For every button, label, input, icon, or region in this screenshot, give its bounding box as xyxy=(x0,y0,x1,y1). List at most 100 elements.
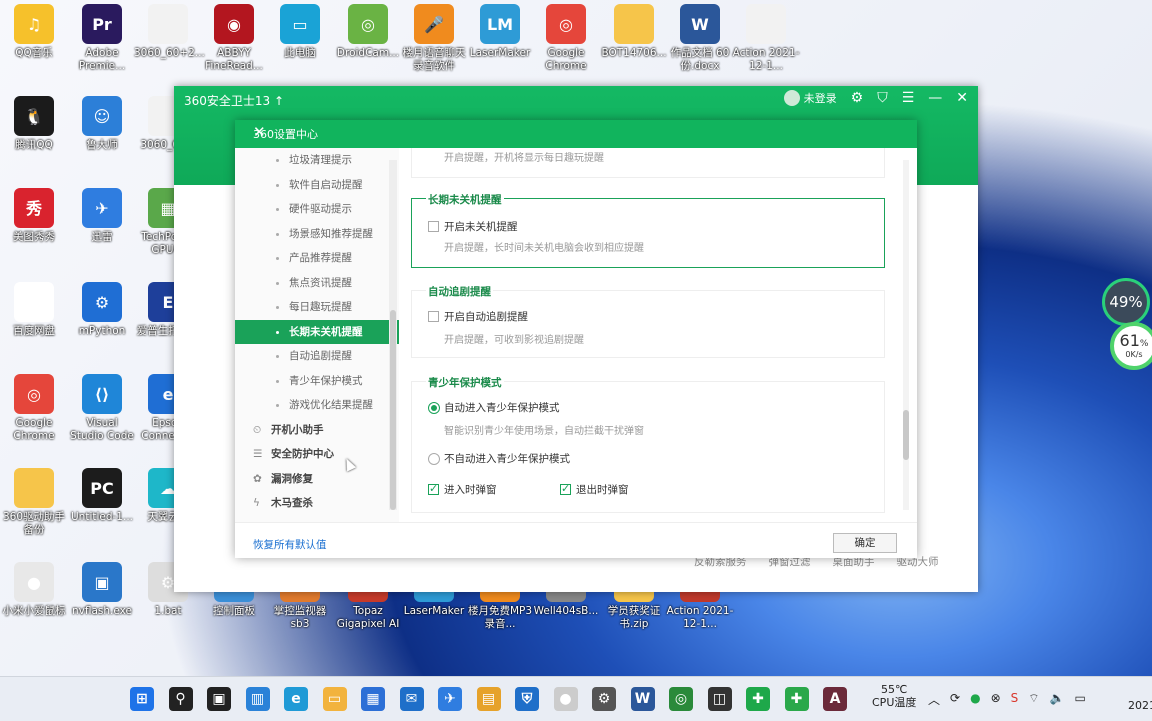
sidebar-item[interactable]: 青少年保护模式 xyxy=(235,369,399,394)
sidebar-scrollbar[interactable] xyxy=(389,160,397,510)
desktop-icon[interactable]: ▣ nvflash.exe xyxy=(68,562,136,618)
desktop-icon[interactable]: ♫ QQ音乐 xyxy=(0,4,68,60)
ie-icon[interactable]: ◎ xyxy=(669,687,693,711)
close-icon[interactable]: ✕ xyxy=(956,90,968,106)
desktop-icon[interactable]: ✈ 迅雷 xyxy=(68,188,136,244)
mail-icon[interactable]: ✉ xyxy=(399,687,424,711)
store-icon[interactable]: ▦ xyxy=(361,687,385,711)
sidebar-item[interactable]: 垃圾清理提示 xyxy=(235,148,399,173)
desktop-icon[interactable]: BOT14706... xyxy=(600,4,668,60)
sidebar-item[interactable]: 每日趣玩提醒 xyxy=(235,295,399,320)
sidebar-item[interactable]: 硬件驱动提示 xyxy=(235,197,399,222)
desktop-icon[interactable]: ⚙ mPython xyxy=(68,282,136,338)
desktop-icon[interactable]: ▭ 此电脑 xyxy=(266,4,334,60)
tray-360-icon[interactable]: ● xyxy=(970,691,980,708)
sidebar-item[interactable]: 焦点资讯提醒 xyxy=(235,271,399,296)
sidebar-group[interactable]: ⏲ 开机小助手 xyxy=(235,418,399,443)
desktop-icon[interactable]: Pr Adobe Premie... xyxy=(68,4,136,73)
explorer-icon[interactable]: ▭ xyxy=(322,687,347,711)
sidebar-group[interactable]: ✿ 漏洞修复 xyxy=(235,467,399,492)
tray-s-icon[interactable]: S xyxy=(1011,691,1019,708)
desktop-icon[interactable]: 🎤 楼月语音聊天录音软件 xyxy=(400,4,468,73)
settings-icon[interactable]: ⚙ xyxy=(592,687,616,711)
exit-popup-checkbox[interactable] xyxy=(560,482,571,495)
tray-close-icon[interactable]: ⊗ xyxy=(991,691,1001,708)
youth-auto-label: 自动进入青少年保护模式 xyxy=(444,402,560,414)
search-icon[interactable]: ⚲ xyxy=(168,687,193,711)
cpu-temp-tray[interactable]: 55℃ CPU温度 xyxy=(872,683,916,709)
youth-auto-radio-row[interactable]: 自动进入青少年保护模式 xyxy=(428,400,560,415)
sidebar-item[interactable]: 长期未关机提醒 xyxy=(235,319,399,344)
360-active-icon[interactable]: ✚ xyxy=(784,687,809,711)
defender-icon[interactable]: ⛨ xyxy=(515,687,539,711)
dialog-close-icon[interactable]: ✕ xyxy=(253,123,905,141)
desktop-icon[interactable]: ◎ Google Chrome xyxy=(532,4,600,73)
enter-popup-row[interactable]: 进入时弹窗 xyxy=(428,482,497,497)
user-avatar-icon[interactable] xyxy=(783,90,800,106)
desktop-icon[interactable]: ● 小米小爱鼠标 xyxy=(0,562,68,618)
skin-icon[interactable]: ⛉ xyxy=(877,90,888,106)
reset-defaults-link[interactable]: 恢复所有默认值 xyxy=(253,537,327,552)
widgets-icon[interactable]: ▥ xyxy=(245,687,270,711)
minimize-icon[interactable]: — xyxy=(928,90,942,106)
app-a-icon[interactable]: A xyxy=(823,687,847,711)
desktop-icon[interactable]: ◎ Google Chrome xyxy=(0,374,68,443)
sidebar-group[interactable]: ☰ 安全防护中心 xyxy=(235,442,399,467)
sidebar-item[interactable]: 场景感知推荐提醒 xyxy=(235,222,399,247)
login-status[interactable]: 未登录 xyxy=(804,90,837,106)
battery-icon[interactable]: ▭ xyxy=(1074,691,1085,708)
exit-popup-row[interactable]: 退出时弹窗 xyxy=(560,482,629,497)
drama-checkbox[interactable] xyxy=(428,311,439,322)
start-icon[interactable]: ⊞ xyxy=(130,687,154,711)
sidebar-scroll-thumb[interactable] xyxy=(390,310,396,510)
youth-manual-radio[interactable] xyxy=(428,452,440,465)
desktop-icon-label: Action 2021-12-1... xyxy=(666,605,734,630)
sidebar-group-icon: ☰ xyxy=(253,448,263,460)
wifi-icon[interactable]: ⌔ xyxy=(1028,691,1039,708)
edge-icon[interactable]: e xyxy=(284,687,308,711)
xunlei-icon[interactable]: ✈ xyxy=(438,687,462,711)
desktop-icon[interactable]: LM LaserMaker xyxy=(466,4,534,60)
youth-manual-radio-row[interactable]: 不自动进入青少年保护模式 xyxy=(428,451,570,466)
desktop-icon-label: Google Chrome xyxy=(545,47,587,72)
youth-auto-radio[interactable] xyxy=(428,401,440,414)
desktop-icon[interactable]: 360驱动助手备份 xyxy=(0,468,68,537)
desktop-icon[interactable]: 🐧 腾讯QQ xyxy=(0,96,68,152)
tray-chevron-icon[interactable]: ︿ xyxy=(928,691,940,708)
desktop-icon[interactable]: 3060_60+2... xyxy=(134,4,205,60)
system-monitor-widget[interactable]: 49% 61% 0K/s xyxy=(1102,278,1152,370)
word-icon[interactable]: W xyxy=(630,687,655,711)
volume-icon[interactable]: 🔈 xyxy=(1050,691,1065,708)
sidebar-group[interactable]: ϟ 木马查杀 xyxy=(235,491,399,516)
desktop-icon[interactable]: 秀美图秀秀 xyxy=(0,188,68,244)
desktop-icon[interactable]: ◎ DroidCam... xyxy=(334,4,402,60)
content-scroll-thumb[interactable] xyxy=(903,410,909,460)
desktop-icon[interactable]: ◉ ABBYY FineRead... xyxy=(200,4,268,73)
desktop-icon[interactable]: ☺ 鲁大师 xyxy=(68,96,136,152)
360-safe-icon[interactable]: ✚ xyxy=(746,687,770,711)
drama-checkbox-row[interactable]: 开启自动追剧提醒 xyxy=(428,309,528,324)
cpu-temp-label: CPU温度 xyxy=(872,696,917,709)
capture-icon[interactable]: ◫ xyxy=(707,687,732,711)
content-scrollbar[interactable] xyxy=(903,160,909,510)
sidebar-item[interactable]: 自动追剧提醒 xyxy=(235,344,399,369)
desktop-icon[interactable]: ⟨⟩ Visual Studio Code xyxy=(68,374,136,443)
desktop-icon[interactable]: ☁ 百度网盘 xyxy=(0,282,68,338)
settings-icon[interactable]: ⚙ xyxy=(851,90,864,106)
mouse-icon[interactable]: ● xyxy=(553,687,578,711)
tray-sync-icon[interactable]: ⟳ xyxy=(950,691,960,708)
menu-icon[interactable]: ☰ xyxy=(902,90,915,106)
sidebar-item[interactable]: 产品推荐提醒 xyxy=(235,246,399,271)
task-view-icon[interactable]: ▣ xyxy=(207,687,231,711)
notes-icon[interactable]: ▤ xyxy=(476,687,501,711)
desktop-icon[interactable]: W 作品文档 60份.docx xyxy=(666,4,734,73)
desktop-icon[interactable]: PC Untitled-1... xyxy=(68,468,136,524)
longrun-checkbox[interactable] xyxy=(428,221,439,232)
longrun-checkbox-row[interactable]: 开启未关机提醒 xyxy=(428,219,518,234)
desktop-icon[interactable]: Action 2021-12-1... xyxy=(732,4,800,73)
enter-popup-checkbox[interactable] xyxy=(428,482,439,495)
sidebar-item[interactable]: 软件自启动提醒 xyxy=(235,173,399,198)
ok-button[interactable]: 确定 xyxy=(833,533,897,553)
sidebar-item[interactable]: 游戏优化结果提醒 xyxy=(235,393,399,418)
clock[interactable]: 2021/ xyxy=(1128,699,1152,712)
